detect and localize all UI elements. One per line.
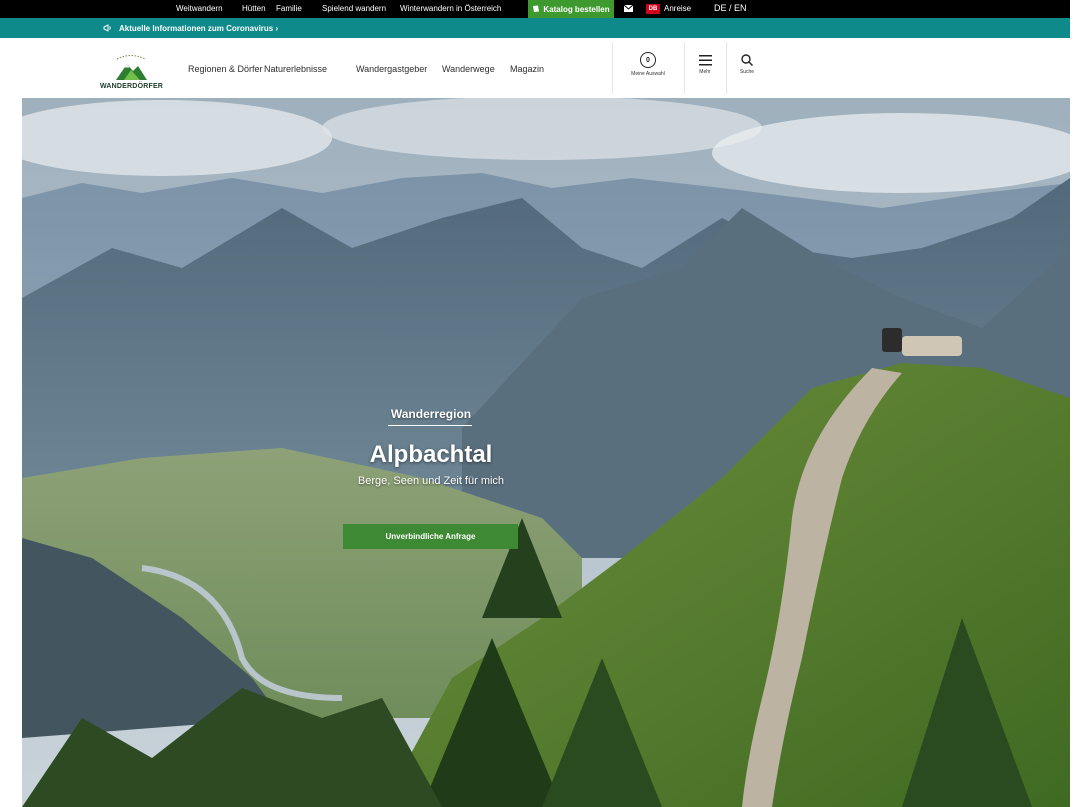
my-choice-counter: 0 bbox=[640, 52, 656, 68]
hero-section: Wanderregion Alpbachtal Berge, Seen und … bbox=[22, 98, 1070, 807]
hero-subtitle: Berge, Seen und Zeit für mich bbox=[357, 475, 505, 487]
utility-link-winterwandern[interactable]: Winterwandern in Österreich bbox=[400, 4, 501, 13]
utility-link-weitwandern[interactable]: Weitwandern bbox=[176, 4, 223, 13]
hero-eyebrow: Wanderregion bbox=[390, 407, 472, 421]
corona-info-bar[interactable]: Aktuelle Informationen zum Coronavirus › bbox=[0, 18, 1070, 38]
nav-naturerlebnisse[interactable]: Naturerlebnisse bbox=[264, 64, 327, 74]
utility-link-familie[interactable]: Familie bbox=[276, 4, 302, 13]
db-train-icon[interactable]: DB bbox=[646, 4, 660, 14]
language-switch[interactable]: DE / EN bbox=[714, 3, 747, 13]
catalog-order-button[interactable]: Katalog bestellen bbox=[528, 0, 614, 18]
search-label: Suche bbox=[739, 69, 755, 75]
megaphone-icon bbox=[103, 24, 111, 32]
more-menu-button[interactable]: Mehr bbox=[684, 38, 726, 98]
more-label: Mehr bbox=[699, 69, 711, 75]
search-button[interactable]: Suche bbox=[726, 38, 768, 98]
my-choice-button[interactable]: 0 Meine Auswahl bbox=[612, 38, 684, 98]
catalog-order-label: Katalog bestellen bbox=[543, 4, 610, 14]
nav-regionen-doerfer[interactable]: Regionen & Dörfer bbox=[188, 64, 263, 74]
search-icon bbox=[741, 54, 753, 66]
main-header: WANDERDÖRFER Regionen & Dörfer Naturerle… bbox=[0, 38, 1070, 98]
nav-wanderwege[interactable]: Wanderwege bbox=[442, 64, 495, 74]
utility-bar: Weitwandern Hütten Familie Spielend wand… bbox=[0, 0, 1070, 18]
mail-icon[interactable] bbox=[624, 5, 633, 12]
logo-wordmark: WANDERDÖRFER bbox=[100, 83, 164, 90]
hamburger-icon bbox=[698, 55, 712, 66]
inquiry-button[interactable]: Unverbindliche Anfrage bbox=[343, 524, 518, 549]
utility-link-huetten[interactable]: Hütten bbox=[242, 4, 266, 13]
hero-divider-line bbox=[388, 425, 472, 426]
utility-link-anreise[interactable]: Anreise bbox=[664, 4, 691, 13]
utility-link-spielend-wandern[interactable]: Spielend wandern bbox=[322, 4, 386, 13]
nav-wandergastgeber[interactable]: Wandergastgeber bbox=[356, 64, 427, 74]
corona-info-link[interactable]: Aktuelle Informationen zum Coronavirus › bbox=[119, 24, 278, 33]
hero-title: Alpbachtal bbox=[369, 441, 493, 468]
book-icon bbox=[533, 5, 540, 12]
nav-magazin[interactable]: Magazin bbox=[510, 64, 544, 74]
my-choice-label: Meine Auswahl bbox=[631, 71, 665, 77]
